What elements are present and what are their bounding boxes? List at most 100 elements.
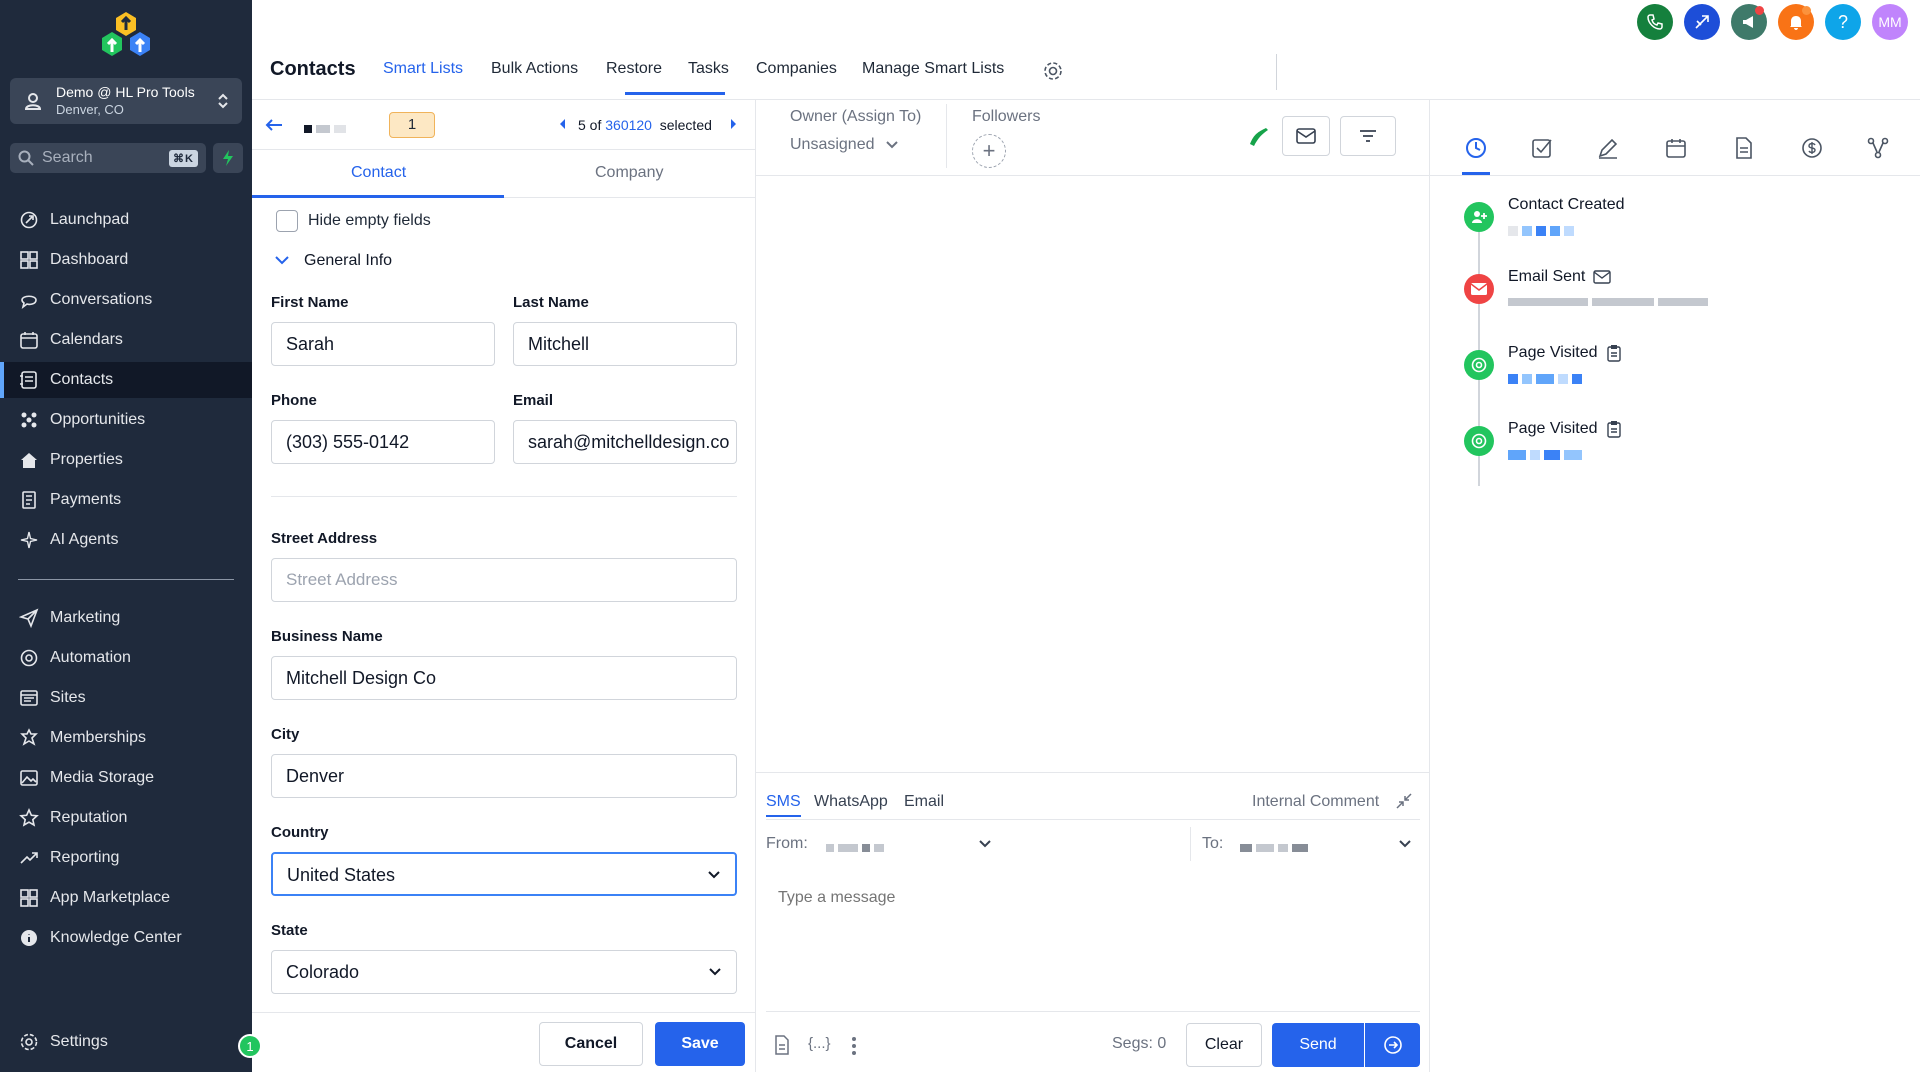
settings-gear-icon[interactable] — [1042, 60, 1064, 82]
sidebar-item-properties[interactable]: Properties — [0, 442, 252, 478]
sidebar-item-sites[interactable]: Sites — [0, 680, 252, 716]
sidebar-divider — [18, 579, 234, 580]
more-options-icon[interactable] — [852, 1037, 856, 1055]
phone-icon[interactable] — [1637, 4, 1673, 40]
prev-record-icon[interactable] — [558, 118, 568, 130]
sidebar-item-launchpad[interactable]: Launchpad — [0, 202, 252, 238]
sidebar-item-app-marketplace[interactable]: App Marketplace — [0, 880, 252, 916]
help-icon[interactable]: ? — [1825, 4, 1861, 40]
timeline-event-title[interactable]: Page Visited — [1508, 420, 1622, 438]
chevron-down-icon[interactable] — [274, 254, 290, 266]
clipboard-icon — [1606, 345, 1621, 362]
task-check-icon[interactable] — [1530, 136, 1554, 160]
tab-bulk-actions[interactable]: Bulk Actions — [491, 60, 578, 78]
internal-comment-tab[interactable]: Internal Comment — [1252, 793, 1379, 811]
tab-companies[interactable]: Companies — [756, 60, 837, 78]
country-label: Country — [271, 824, 329, 841]
last-name-label: Last Name — [513, 294, 589, 311]
sidebar-item-ai-agents[interactable]: AI Agents — [0, 522, 252, 558]
sidebar-item-dashboard[interactable]: Dashboard — [0, 242, 252, 278]
clear-button[interactable]: Clear — [1186, 1023, 1262, 1067]
bell-icon[interactable] — [1778, 4, 1814, 40]
sidebar-item-reporting[interactable]: Reporting — [0, 840, 252, 876]
payment-icon[interactable] — [1800, 136, 1824, 160]
channel-tab-whatsapp[interactable]: WhatsApp — [814, 793, 888, 811]
notification-badge[interactable]: 1 — [238, 1034, 262, 1058]
launch-icon[interactable] — [1684, 4, 1720, 40]
note-pen-icon[interactable] — [1596, 136, 1620, 160]
schedule-send-button[interactable] — [1365, 1023, 1420, 1067]
street-address-field[interactable]: Street Address — [271, 558, 737, 602]
sidebar-item-payments[interactable]: Payments — [0, 482, 252, 518]
sidebar-item-contacts[interactable]: Contacts — [0, 362, 252, 398]
megaphone-icon[interactable] — [1731, 4, 1767, 40]
search-input[interactable] — [42, 149, 170, 167]
tab-contact[interactable]: Contact — [351, 164, 406, 182]
sidebar-item-settings[interactable]: Settings — [0, 1024, 252, 1060]
composer-divider — [766, 1011, 1420, 1012]
calendar-icon[interactable] — [1664, 136, 1688, 160]
call-icon[interactable] — [1244, 124, 1270, 150]
trend-icon — [18, 847, 40, 869]
sidebar-item-automation[interactable]: Automation — [0, 640, 252, 676]
activity-clock-icon[interactable] — [1464, 136, 1488, 160]
email-field[interactable]: sarah@mitchelldesign.co — [513, 420, 737, 464]
from-number-redacted[interactable] — [826, 839, 888, 857]
save-button[interactable]: Save — [655, 1022, 745, 1066]
timeline-event-title[interactable]: Page Visited — [1508, 344, 1622, 362]
chevron-down-icon[interactable] — [1398, 839, 1412, 849]
channel-tab-email[interactable]: Email — [904, 793, 944, 811]
send-button[interactable]: Send — [1272, 1023, 1364, 1067]
phone-field[interactable]: (303) 555-0142 — [271, 420, 495, 464]
active-subtab-indicator — [252, 195, 504, 198]
record-index-box[interactable]: 1 — [389, 112, 435, 138]
to-number-redacted[interactable] — [1240, 839, 1312, 857]
next-record-icon[interactable] — [728, 118, 738, 130]
channel-tab-sms[interactable]: SMS — [766, 793, 801, 811]
add-follower-button[interactable]: + — [972, 134, 1006, 168]
workflow-icon[interactable] — [1866, 136, 1890, 160]
document-icon[interactable] — [1732, 136, 1756, 160]
search-shortcut: ⌘K — [169, 149, 198, 167]
city-field[interactable]: Denver — [271, 754, 737, 798]
grid-icon — [18, 249, 40, 271]
top-header: Contacts Smart Lists Bulk Actions Restor… — [252, 0, 1920, 100]
owner-label: Owner (Assign To) — [790, 108, 922, 125]
tab-company[interactable]: Company — [595, 164, 663, 182]
hide-empty-checkbox[interactable] — [276, 210, 298, 232]
tab-restore[interactable]: Restore — [606, 60, 662, 78]
sidebar-item-reputation[interactable]: Reputation — [0, 800, 252, 836]
message-input[interactable] — [766, 869, 1420, 979]
template-icon[interactable] — [774, 1035, 790, 1055]
sidebar-search[interactable]: ⌘K — [10, 143, 206, 173]
collapse-icon[interactable] — [1396, 793, 1412, 809]
country-select[interactable]: United States — [271, 852, 737, 896]
account-switcher[interactable]: Demo @ HL Pro Tools Denver, CO — [10, 78, 242, 124]
sidebar-item-knowledge-center[interactable]: Knowledge Center — [0, 920, 252, 956]
state-select[interactable]: Colorado — [271, 950, 737, 994]
quick-action-button[interactable] — [213, 143, 243, 173]
sidebar-item-calendars[interactable]: Calendars — [0, 322, 252, 358]
first-name-field[interactable]: Sarah — [271, 322, 495, 366]
tab-manage-smart-lists[interactable]: Manage Smart Lists — [862, 60, 1004, 78]
business-name-field[interactable]: Mitchell Design Co — [271, 656, 737, 700]
chevron-down-icon[interactable] — [978, 839, 992, 849]
last-name-field[interactable]: Mitchell — [513, 322, 737, 366]
email-action-button[interactable] — [1282, 116, 1330, 156]
sidebar-item-memberships[interactable]: Memberships — [0, 720, 252, 756]
cancel-button[interactable]: Cancel — [539, 1022, 643, 1066]
timeline-event-title[interactable]: Email Sent — [1508, 268, 1612, 286]
tab-smart-lists[interactable]: Smart Lists — [383, 60, 463, 78]
back-arrow-icon[interactable] — [264, 116, 284, 134]
tab-tasks[interactable]: Tasks — [688, 60, 729, 78]
sidebar-item-opportunities[interactable]: Opportunities — [0, 402, 252, 438]
sidebar-item-media-storage[interactable]: Media Storage — [0, 760, 252, 796]
owner-select[interactable]: Unsasigned — [790, 136, 899, 154]
sidebar-item-conversations[interactable]: Conversations — [0, 282, 252, 318]
filter-button[interactable] — [1340, 116, 1396, 156]
sidebar-item-label: Contacts — [50, 371, 114, 388]
sidebar-item-marketing[interactable]: Marketing — [0, 600, 252, 636]
avatar[interactable]: MM — [1872, 4, 1908, 40]
variables-button[interactable]: {...} — [808, 1035, 831, 1052]
timeline-event-title[interactable]: Contact Created — [1508, 196, 1625, 214]
